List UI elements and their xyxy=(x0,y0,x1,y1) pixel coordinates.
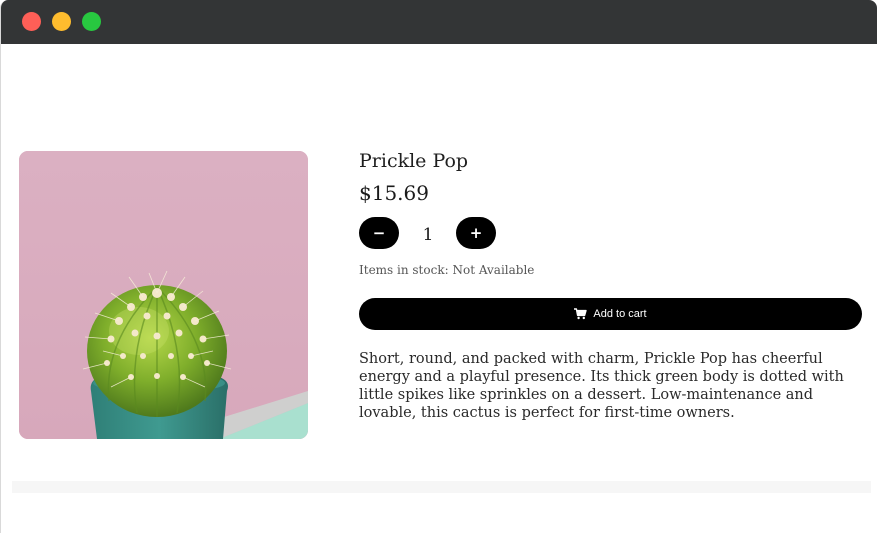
minimize-window-button[interactable] xyxy=(52,12,71,31)
minus-icon: − xyxy=(372,223,386,242)
stock-value: Not Available xyxy=(452,263,535,277)
cart-icon xyxy=(574,308,588,320)
product-title: Prickle Pop xyxy=(359,150,469,172)
increase-quantity-button[interactable]: + xyxy=(456,217,496,249)
product-description: Short, round, and packed with charm, Pri… xyxy=(359,351,844,421)
add-to-cart-label: Add to cart xyxy=(593,308,647,320)
product-price: $15.69 xyxy=(359,181,429,205)
stock-label: Items in stock: xyxy=(359,263,449,277)
plus-icon: + xyxy=(469,223,483,242)
close-window-button[interactable] xyxy=(22,12,41,31)
decrease-quantity-button[interactable]: − xyxy=(359,217,399,249)
stock-status: Items in stock: Not Available xyxy=(359,263,534,277)
window-titlebar xyxy=(1,0,877,44)
cactus-photo-icon xyxy=(19,151,308,439)
add-to-cart-button[interactable]: Add to cart xyxy=(359,298,862,330)
quantity-value: 1 xyxy=(422,225,434,245)
browser-window: Prickle Pop $15.69 − 1 + Items in stock:… xyxy=(0,0,877,533)
footer-divider xyxy=(12,481,871,493)
product-image xyxy=(19,151,308,439)
maximize-window-button[interactable] xyxy=(82,12,101,31)
